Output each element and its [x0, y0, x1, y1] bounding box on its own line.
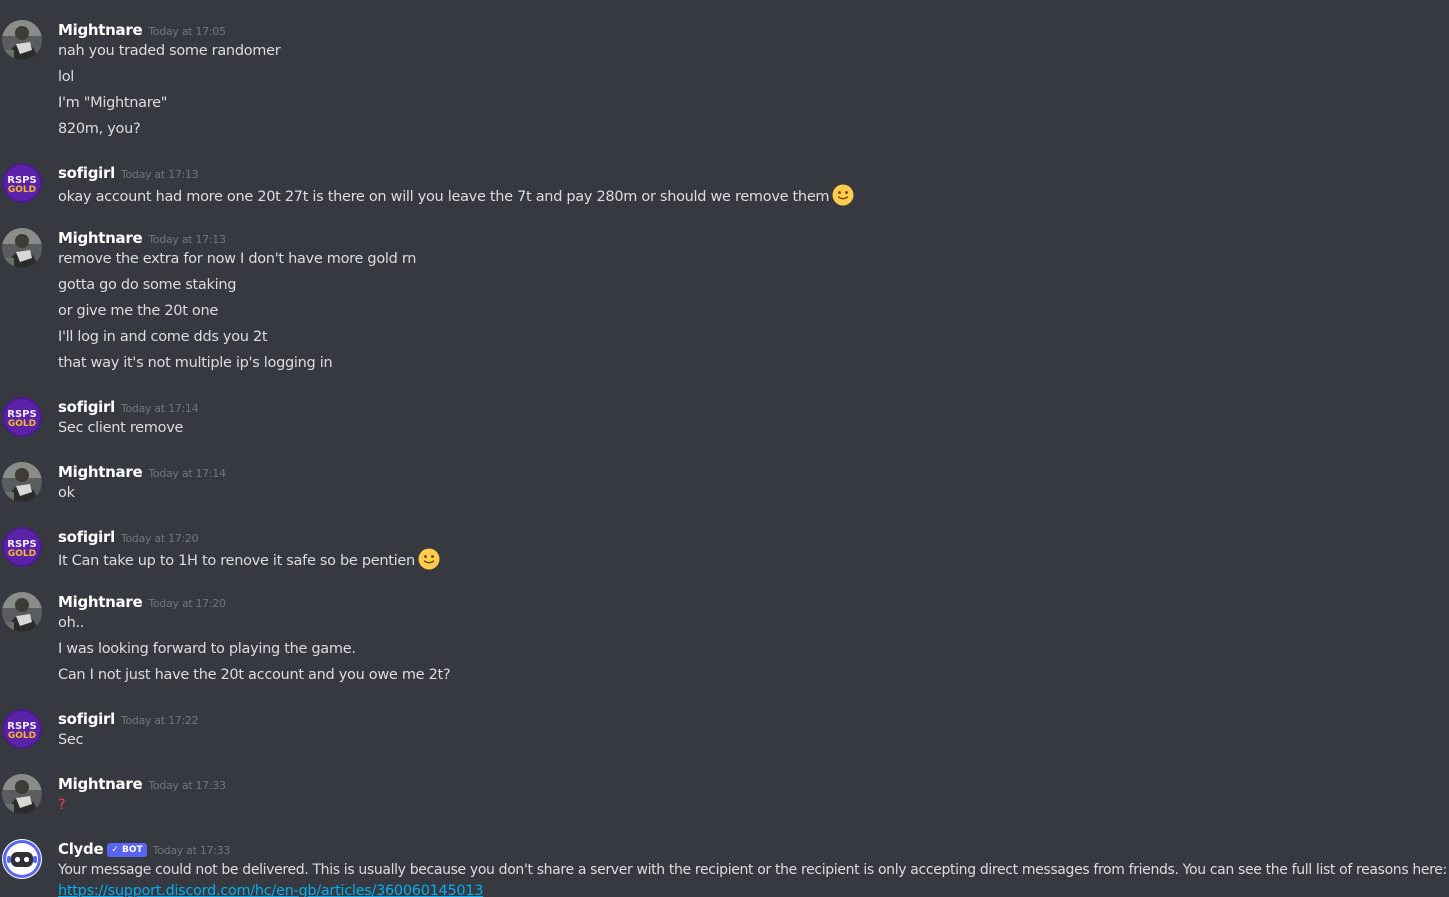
message-text: ok — [58, 485, 75, 501]
message-header: sofigirl Today at 17:20 — [58, 527, 199, 549]
rsps-gold-logo-icon: RSPS GOLD — [2, 163, 42, 203]
user-avatar[interactable]: RSPS GOLD — [2, 527, 42, 567]
message-text: It Can take up to 1H to renove it safe s… — [58, 553, 415, 569]
rsps-gold-logo-icon: RSPS GOLD — [2, 709, 42, 749]
message-header: sofigirl Today at 17:22 — [58, 709, 199, 731]
timestamp: Today at 17:22 — [120, 714, 199, 727]
slightly-smiling-face-icon[interactable] — [418, 548, 440, 570]
user-avatar[interactable]: RSPS GOLD — [2, 163, 42, 203]
message-content: nah you traded some randomer lol I'm "Mi… — [58, 41, 281, 145]
message-text: remove the extra for now I don't have mo… — [58, 251, 417, 267]
message-text: or give me the 20t one — [58, 303, 218, 319]
timestamp: Today at 17:33 — [148, 779, 226, 792]
username[interactable]: sofigirl — [58, 398, 115, 416]
timestamp: Today at 17:33 — [152, 844, 231, 857]
message-text: Your message could not be delivered. Thi… — [58, 862, 1447, 878]
message-header: Mightnare Today at 17:33 — [58, 774, 226, 796]
username[interactable]: sofigirl — [58, 710, 115, 728]
username[interactable]: Clyde — [58, 840, 104, 858]
timestamp: Today at 17:13 — [120, 168, 199, 181]
timestamp: Today at 17:13 — [148, 233, 226, 246]
message-line: okay account had more one 20t 27t is the… — [58, 184, 854, 210]
message-line: It Can take up to 1H to renove it safe s… — [58, 548, 440, 574]
user-avatar[interactable] — [2, 462, 42, 502]
photo-avatar-icon — [2, 20, 42, 60]
message-text: I'm "Mightnare" — [58, 95, 168, 111]
message-header: Clyde ✓ BOT Today at 17:33 — [58, 839, 230, 861]
username[interactable]: Mightnare — [58, 21, 143, 39]
username[interactable]: Mightnare — [58, 593, 143, 611]
logo-text-bottom: GOLD — [8, 731, 36, 741]
message-content: Sec — [58, 730, 84, 756]
message-text: okay account had more one 20t 27t is the… — [58, 189, 830, 205]
timestamp: Today at 17:05 — [148, 25, 226, 38]
message-text: I was looking forward to playing the gam… — [58, 641, 356, 657]
message-content: ok — [58, 483, 75, 509]
user-avatar[interactable] — [2, 228, 42, 268]
message-text: lol — [58, 69, 75, 85]
photo-avatar-icon — [2, 592, 42, 632]
logo-text-bottom: GOLD — [8, 419, 36, 429]
user-avatar[interactable]: RSPS GOLD — [2, 709, 42, 749]
message-header: Mightnare Today at 17:20 — [58, 592, 226, 614]
user-avatar[interactable]: RSPS GOLD — [2, 397, 42, 437]
slightly-smiling-face-icon[interactable] — [832, 184, 854, 206]
username[interactable]: sofigirl — [58, 528, 115, 546]
rsps-gold-logo-icon: RSPS GOLD — [2, 527, 42, 567]
username[interactable]: Mightnare — [58, 463, 143, 481]
message-content: ? — [58, 795, 66, 821]
support-link[interactable]: https://support.discord.com/hc/en-gb/art… — [58, 883, 483, 897]
message-content: remove the extra for now I don't have mo… — [58, 249, 416, 379]
timestamp: Today at 17:20 — [120, 532, 199, 545]
message-header: Mightnare Today at 17:05 — [58, 20, 226, 42]
username[interactable]: Mightnare — [58, 229, 143, 247]
timestamp: Today at 17:14 — [148, 467, 226, 480]
photo-avatar-icon — [2, 462, 42, 502]
bot-badge: ✓ BOT — [107, 843, 147, 857]
timestamp: Today at 17:20 — [148, 597, 226, 610]
message-text: ? — [58, 797, 66, 813]
message-text: oh.. — [58, 615, 85, 631]
logo-text-bottom: GOLD — [8, 185, 36, 195]
message-header: Mightnare Today at 17:14 — [58, 462, 226, 484]
message-text: Sec — [58, 732, 84, 748]
message-header: sofigirl Today at 17:13 — [58, 163, 199, 185]
message-content: Sec client remove — [58, 418, 183, 444]
message-text: that way it's not multiple ip's logging … — [58, 355, 333, 371]
logo-text-bottom: GOLD — [8, 549, 36, 559]
photo-avatar-icon — [2, 774, 42, 814]
user-avatar[interactable] — [2, 774, 42, 814]
message-text: I'll log in and come dds you 2t — [58, 329, 268, 345]
chat-messages: Mightnare Today at 17:05 nah you traded s… — [0, 0, 1449, 897]
clyde-bot-icon — [2, 839, 42, 879]
message-text: gotta go do some staking — [58, 277, 237, 293]
message-content: oh.. I was looking forward to playing th… — [58, 613, 451, 691]
timestamp: Today at 17:14 — [120, 402, 199, 415]
photo-avatar-icon — [2, 228, 42, 268]
user-avatar[interactable] — [2, 839, 42, 879]
user-avatar[interactable] — [2, 20, 42, 60]
user-avatar[interactable] — [2, 592, 42, 632]
message-content: okay account had more one 20t 27t is the… — [58, 184, 854, 210]
message-content: Your message could not be delivered. Thi… — [58, 860, 1447, 897]
message-text: 820m, you? — [58, 121, 141, 137]
username[interactable]: sofigirl — [58, 164, 115, 182]
message-header: Mightnare Today at 17:13 — [58, 228, 226, 250]
message-text: nah you traded some randomer — [58, 43, 281, 59]
username[interactable]: Mightnare — [58, 775, 143, 793]
message-content: It Can take up to 1H to renove it safe s… — [58, 548, 440, 574]
message-header: sofigirl Today at 17:14 — [58, 397, 199, 419]
message-text: Sec client remove — [58, 420, 184, 436]
rsps-gold-logo-icon: RSPS GOLD — [2, 397, 42, 437]
message-text: Can I not just have the 20t account and … — [58, 667, 451, 683]
